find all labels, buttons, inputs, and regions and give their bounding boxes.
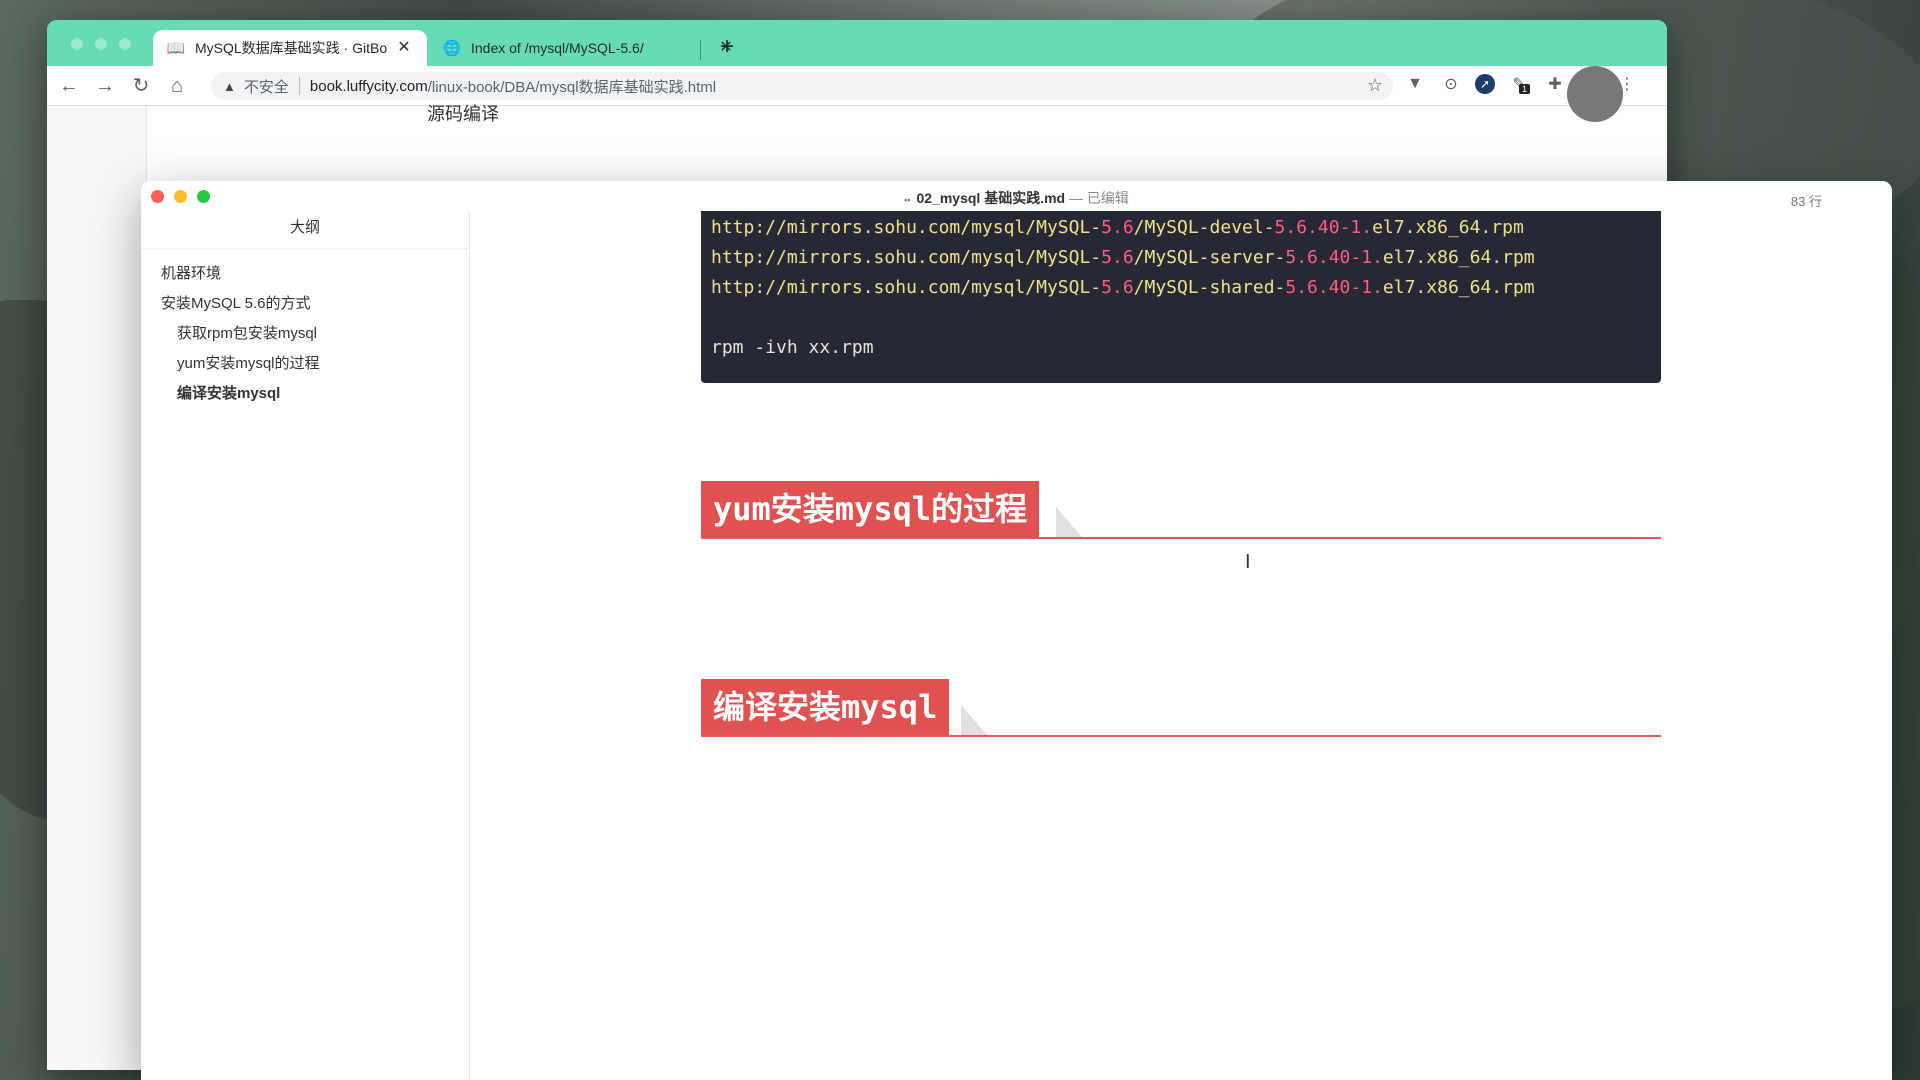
heading-label: yum安装mysql的过程 [701,481,1040,537]
code-block[interactable]: http://mirrors.sohu.com/mysql/MySQL-5.6/… [701,211,1661,383]
insecure-label[interactable]: 不安全 [244,76,289,97]
document-name: 02_mysql 基础实践.md [916,190,1066,206]
document-title: ▪▪ 02_mysql 基础实践.md — 已编辑 [141,188,1892,208]
outline-sidebar: 大纲 机器环境 安装MySQL 5.6的方式 获取rpm包安装mysql yum… [141,211,470,1080]
minimize-dot[interactable] [95,38,107,50]
outline-item-active[interactable]: 编译安装mysql [141,379,469,409]
home-icon[interactable]: ⌂ [163,72,191,100]
line-count: 83 行 [1790,194,1822,209]
edit-status: — 已编辑 [1069,190,1129,206]
bookmark-star-icon[interactable]: ☆ [1367,75,1383,96]
code-line: http://mirrors.sohu.com/mysql/MySQL-5.6/… [711,277,1535,298]
page-left-gutter [47,106,147,1070]
tab-close-icon[interactable]: ✕ [395,39,413,57]
tab-gitbook[interactable]: 📖 MySQL数据库基础实践 · GitBo ✕ [153,30,427,66]
browser-toolbar: ← → ↻ ⌂ ▲ 不安全 book.luffycity.com/linux-b… [47,66,1667,106]
outline-item[interactable]: 安装MySQL 5.6的方式 [141,289,469,319]
heading-compile-install[interactable]: 编译安装mysql [701,679,1661,737]
reload-icon[interactable]: ↻ [127,72,155,100]
close-dot[interactable] [71,38,83,50]
outline-item[interactable]: 获取rpm包安装mysql [141,319,469,349]
outline-list: 机器环境 安装MySQL 5.6的方式 获取rpm包安装mysql yum安装m… [141,249,469,409]
vue-devtools-icon[interactable]: ▼ [1403,72,1427,96]
editor-content[interactable]: http://mirrors.sohu.com/mysql/MySQL-5.6/… [471,211,1892,1080]
tab-title: MySQL数据库基础实践 · GitBo [195,40,387,56]
back-icon[interactable]: ← [55,72,83,100]
page-heading-partial: 源码编译 [427,104,499,124]
heading-fold-decoration [961,705,987,735]
address-bar[interactable]: ▲ 不安全 book.luffycity.com/linux-book/DBA/… [211,72,1393,100]
page-avatar [1567,66,1623,122]
outline-item[interactable]: yum安装mysql的过程 [141,349,469,379]
tab-mysql-index[interactable]: 🌐 Index of /mysql/MySQL-5.6/ ✕ [429,30,749,66]
code-extension-icon[interactable]: ⊙ [1439,72,1463,96]
tab-title: Index of /mysql/MySQL-5.6/ [471,40,644,56]
window-controls-inactive [71,38,131,50]
url-path: /linux-book/DBA/mysql数据库基础实践.html [427,78,717,96]
forward-icon[interactable]: → [91,72,119,100]
extension-badge: 1 [1519,84,1531,94]
heading-yum-install[interactable]: yum安装mysql的过程 [701,481,1661,539]
compass-icon[interactable]: ➚ [1475,74,1495,94]
code-line: http://mirrors.sohu.com/mysql/MySQL-5.6/… [711,217,1524,238]
heading-label: 编译安装mysql [701,679,950,735]
tab-strip: 📖 MySQL数据库基础实践 · GitBo ✕ 🌐 Index of /mys… [47,20,1667,66]
outline-header: 大纲 [141,211,469,249]
puzzle-icon[interactable]: ✚ [1543,72,1567,96]
new-tab-button[interactable]: + [713,34,741,62]
markdown-file-icon: ▪▪ [904,195,911,205]
tool-extension-icon[interactable]: ✎1 [1507,72,1531,96]
code-line: http://mirrors.sohu.com/mysql/MySQL-5.6/… [711,247,1535,268]
url-host: book.luffycity.com [309,77,428,95]
warning-icon[interactable]: ▲ [223,79,236,94]
book-icon: 📖 [166,40,186,57]
code-line: rpm -ivh xx.rpm [711,337,874,358]
editor-titlebar: ▪▪ 02_mysql 基础实践.md — 已编辑 83 行 [141,181,1892,211]
outline-item[interactable]: 机器环境 [141,259,469,289]
address-divider [298,77,300,95]
typora-window: ▪▪ 02_mysql 基础实践.md — 已编辑 83 行 大纲 机器环境 安装… [141,181,1892,1080]
maximize-dot[interactable] [119,38,131,50]
heading-fold-decoration [1056,507,1082,537]
globe-icon: 🌐 [442,40,462,57]
text-cursor-icon: I [1245,551,1251,573]
tab-separator [700,40,701,60]
